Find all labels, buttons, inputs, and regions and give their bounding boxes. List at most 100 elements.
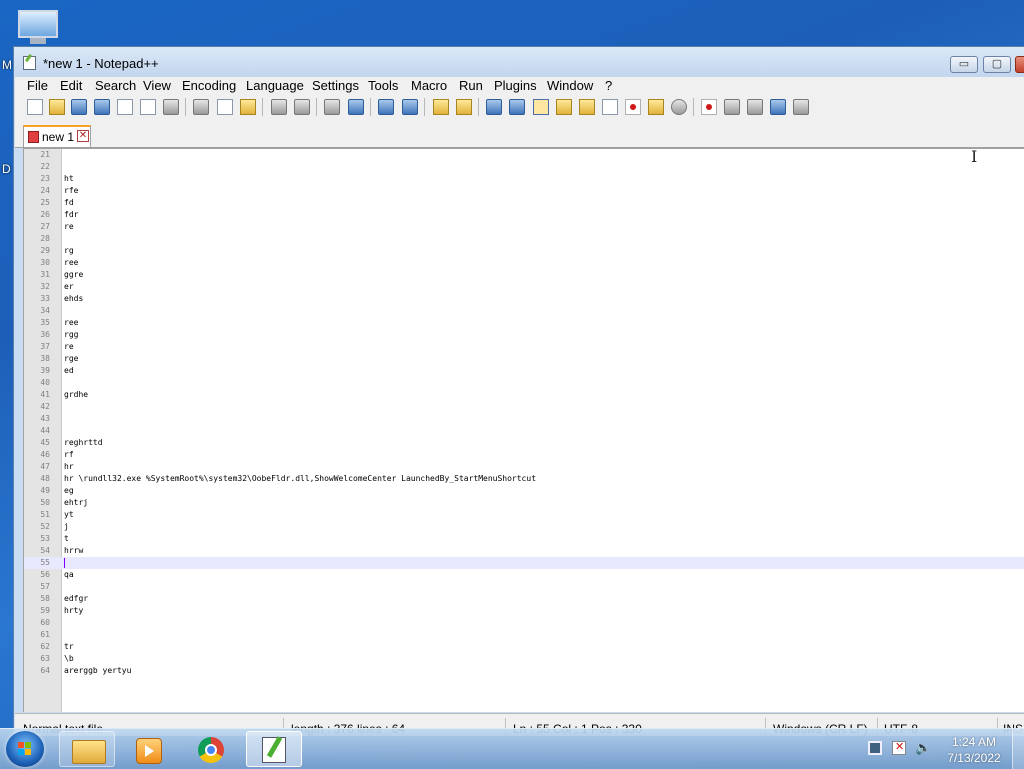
sync-vertical-icon[interactable] xyxy=(433,99,449,115)
editor-line[interactable]: 46 rf xyxy=(24,449,1024,461)
notepadpp-app-icon[interactable] xyxy=(23,56,36,70)
show-desktop-button[interactable] xyxy=(1012,729,1024,769)
editor-line[interactable]: 58 edfgr xyxy=(24,593,1024,605)
editor-line[interactable]: 60 xyxy=(24,617,1024,629)
editor-line[interactable]: 30 ree xyxy=(24,257,1024,269)
menu-settings[interactable]: Settings xyxy=(312,78,359,93)
menu-tools[interactable]: Tools xyxy=(368,78,398,93)
copy-icon[interactable] xyxy=(217,99,233,115)
editor-line[interactable]: 62 tr xyxy=(24,641,1024,653)
editor-line[interactable]: 23 ht xyxy=(24,173,1024,185)
editor-line[interactable]: 52 j xyxy=(24,521,1024,533)
editor-line[interactable]: 26 fdr xyxy=(24,209,1024,221)
menu-encoding[interactable]: Encoding xyxy=(182,78,236,93)
find-icon[interactable] xyxy=(324,99,340,115)
tab-close-icon[interactable]: ✕ xyxy=(77,130,89,142)
editor-line[interactable]: 21 xyxy=(24,149,1024,161)
menu-help[interactable]: ? xyxy=(605,78,612,93)
open-file-icon[interactable] xyxy=(49,99,65,115)
menu-plugins[interactable]: Plugins xyxy=(494,78,537,93)
editor-line[interactable]: 40 xyxy=(24,377,1024,389)
editor-line[interactable]: 61 xyxy=(24,629,1024,641)
editor-line[interactable]: 34 xyxy=(24,305,1024,317)
editor-line[interactable]: 55 xyxy=(24,557,1024,569)
editor-line[interactable]: 35 ree xyxy=(24,317,1024,329)
stop-macro-icon[interactable] xyxy=(724,99,740,115)
new-file-icon[interactable] xyxy=(27,99,43,115)
editor-line[interactable]: 44 xyxy=(24,425,1024,437)
save-all-icon[interactable] xyxy=(94,99,110,115)
editor-line[interactable]: 54 hrrw xyxy=(24,545,1024,557)
menu-language[interactable]: Language xyxy=(246,78,304,93)
taskbar-media-player[interactable] xyxy=(121,731,177,767)
close-file-icon[interactable] xyxy=(117,99,133,115)
monitoring-icon[interactable] xyxy=(671,99,687,115)
menu-macro[interactable]: Macro xyxy=(411,78,447,93)
text-editor[interactable]: 21 22 23 ht 24 rfe 25 fd 26 fdr 27 re 28 29 rg 30 ree 31 g… xyxy=(23,148,1024,712)
menu-search[interactable]: Search xyxy=(95,78,136,93)
tab-new-1[interactable]: new 1 ✕ xyxy=(23,125,91,147)
word-wrap-icon[interactable] xyxy=(486,99,502,115)
start-button[interactable] xyxy=(6,731,44,767)
show-all-characters-icon[interactable] xyxy=(509,99,525,115)
language-icon[interactable] xyxy=(556,99,572,115)
redo-icon[interactable] xyxy=(294,99,310,115)
taskbar-file-explorer[interactable] xyxy=(59,731,115,767)
network-icon[interactable] xyxy=(868,741,882,755)
editor-line[interactable]: 47 hr xyxy=(24,461,1024,473)
zoom-out-icon[interactable] xyxy=(402,99,418,115)
zoom-in-icon[interactable] xyxy=(378,99,394,115)
close-all-icon[interactable] xyxy=(140,99,156,115)
project-icon[interactable] xyxy=(648,99,664,115)
editor-line[interactable]: 32 er xyxy=(24,281,1024,293)
replace-icon[interactable] xyxy=(348,99,364,115)
action-center-flag-icon[interactable] xyxy=(892,740,906,755)
editor-line[interactable]: 41 grdhe xyxy=(24,389,1024,401)
menu-window[interactable]: Window xyxy=(547,78,593,93)
close-button[interactable]: ✕ xyxy=(1015,56,1024,73)
menu-view[interactable]: View xyxy=(143,78,171,93)
editor-line[interactable]: 25 fd xyxy=(24,197,1024,209)
sync-horizontal-icon[interactable] xyxy=(456,99,472,115)
taskbar-chrome[interactable] xyxy=(183,731,239,767)
menu-file[interactable]: File xyxy=(27,78,48,93)
editor-line[interactable]: 22 xyxy=(24,161,1024,173)
cut-icon[interactable] xyxy=(193,99,209,115)
editor-line[interactable]: 57 xyxy=(24,581,1024,593)
folder-as-workspace-icon[interactable] xyxy=(625,99,641,115)
editor-line[interactable]: 45 reghrttd xyxy=(24,437,1024,449)
editor-line[interactable]: 38 rge xyxy=(24,353,1024,365)
editor-line[interactable]: 39 ed xyxy=(24,365,1024,377)
computer-desktop-icon[interactable] xyxy=(16,8,62,48)
maximize-button[interactable]: ▢ xyxy=(983,56,1011,73)
editor-line[interactable]: 27 re xyxy=(24,221,1024,233)
document-map-icon[interactable] xyxy=(579,99,595,115)
editor-line[interactable]: 51 yt xyxy=(24,509,1024,521)
editor-line[interactable]: 43 xyxy=(24,413,1024,425)
editor-line[interactable]: 56 qa xyxy=(24,569,1024,581)
editor-line[interactable]: 31 ggre xyxy=(24,269,1024,281)
editor-line[interactable]: 49 eg xyxy=(24,485,1024,497)
volume-icon[interactable]: 🔈 xyxy=(915,740,931,755)
system-clock[interactable]: 1:24 AM 7/13/2022 xyxy=(940,734,1008,766)
menu-edit[interactable]: Edit xyxy=(60,78,82,93)
editor-line[interactable]: 53 t xyxy=(24,533,1024,545)
indent-guide-icon[interactable] xyxy=(533,99,549,115)
save-icon[interactable] xyxy=(71,99,87,115)
editor-line[interactable]: 28 xyxy=(24,233,1024,245)
editor-line[interactable]: 29 rg xyxy=(24,245,1024,257)
editor-line[interactable]: 63 \b xyxy=(24,653,1024,665)
editor-line[interactable]: 33 ehds xyxy=(24,293,1024,305)
play-macro-icon[interactable] xyxy=(747,99,763,115)
print-icon[interactable] xyxy=(163,99,179,115)
taskbar-notepadpp[interactable] xyxy=(246,731,302,767)
editor-line[interactable]: 64 arerggb yertyu xyxy=(24,665,1024,677)
run-macro-multiple-icon[interactable] xyxy=(770,99,786,115)
undo-icon[interactable] xyxy=(271,99,287,115)
editor-line[interactable]: 59 hrty xyxy=(24,605,1024,617)
editor-line[interactable]: 48 hr \rundll32.exe %SystemRoot%\system32… xyxy=(24,473,1024,485)
record-macro-icon[interactable] xyxy=(701,99,717,115)
title-bar[interactable]: *new 1 - Notepad++ ▭ ▢ ✕ xyxy=(14,47,1024,77)
editor-line[interactable]: 24 rfe xyxy=(24,185,1024,197)
editor-line[interactable]: 42 xyxy=(24,401,1024,413)
